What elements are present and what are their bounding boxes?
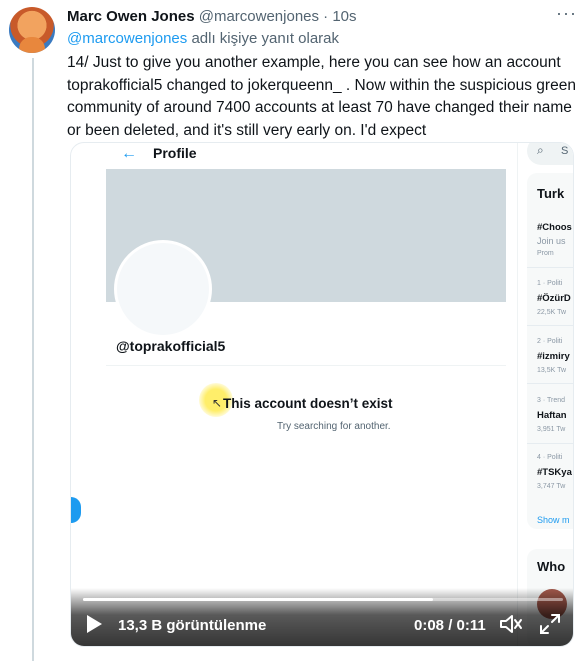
trend-count: 22,5K Tw <box>537 309 567 316</box>
trends-title-fragment: Turk <box>537 186 565 201</box>
trend-tag: #TSKya <box>537 467 572 478</box>
reply-mention-link[interactable]: @marcowenjones <box>67 30 187 47</box>
play-icon[interactable] <box>87 615 102 633</box>
video-progress-fill <box>83 598 434 601</box>
author-avatar[interactable] <box>9 7 55 53</box>
tweet-timestamp[interactable]: 10s <box>332 8 356 25</box>
separator-dot: · <box>323 8 329 25</box>
trend-separator <box>527 443 573 444</box>
who-to-follow-title: Who <box>537 559 566 574</box>
trend-meta: 4 · Politi <box>537 454 563 461</box>
trend-separator <box>527 267 573 268</box>
account-not-exist-title: This account doesn’t exist <box>223 396 393 411</box>
mouse-cursor-icon: ↖ <box>212 396 223 410</box>
trend-tag: #Choos <box>537 222 572 233</box>
back-arrow-icon: ← <box>121 145 137 162</box>
trend-count: 13,5K Tw <box>537 367 567 374</box>
trend-meta: 1 · Politi <box>537 280 563 287</box>
profile-header-title: Profile <box>153 145 197 161</box>
reply-context: @marcowenjones adlı kişiye yanıt olarak <box>67 30 339 47</box>
account-not-exist-subtitle: Try searching for another. <box>277 421 391 432</box>
video-timer: 0:08 / 0:11 <box>414 617 486 634</box>
more-horizontal-icon[interactable]: ··· <box>556 3 577 24</box>
profile-handle: @toprakofficial5 <box>116 338 226 354</box>
trend-separator <box>527 325 573 326</box>
trend-promoted: Prom <box>537 250 554 257</box>
trend-sub: Join us <box>537 236 566 246</box>
fullscreen-icon[interactable] <box>539 613 561 635</box>
search-placeholder-fragment: S <box>561 145 569 157</box>
trend-tag: #ÖzürD <box>537 293 571 304</box>
trend-meta: 3 · Trend <box>537 397 566 404</box>
tweet-text: 14/ Just to give you another example, he… <box>67 54 576 139</box>
thread-line <box>32 58 34 661</box>
author-handle[interactable]: @marcowenjones <box>199 8 319 25</box>
profile-divider <box>106 365 506 366</box>
trend-tag: Haftan <box>537 410 567 421</box>
trend-separator <box>527 383 573 384</box>
sidebar-divider <box>517 143 518 646</box>
tweet-header: Marc Owen Jones @marcowenjones · 10s <box>67 8 357 25</box>
trend-tag: #izmiry <box>537 351 570 362</box>
show-more-link: Show m <box>537 515 570 525</box>
author-name[interactable]: Marc Owen Jones <box>67 8 195 25</box>
video-progress-bar[interactable] <box>83 598 563 601</box>
volume-icon[interactable] <box>499 613 523 635</box>
trend-meta: 2 · Politi <box>537 338 563 345</box>
trend-count: 3,951 Tw <box>537 426 566 433</box>
search-icon: ⌕ <box>537 143 544 157</box>
blue-edge-marker <box>71 497 81 523</box>
view-count: 13,3 B görüntülenme <box>118 617 267 634</box>
video-player[interactable]: ← Profile @toprakofficial5 ↖ This accoun… <box>70 142 574 647</box>
trend-count: 3,747 Tw <box>537 483 566 490</box>
profile-avatar <box>114 240 212 338</box>
reply-suffix: adlı kişiye yanıt olarak <box>191 30 340 47</box>
